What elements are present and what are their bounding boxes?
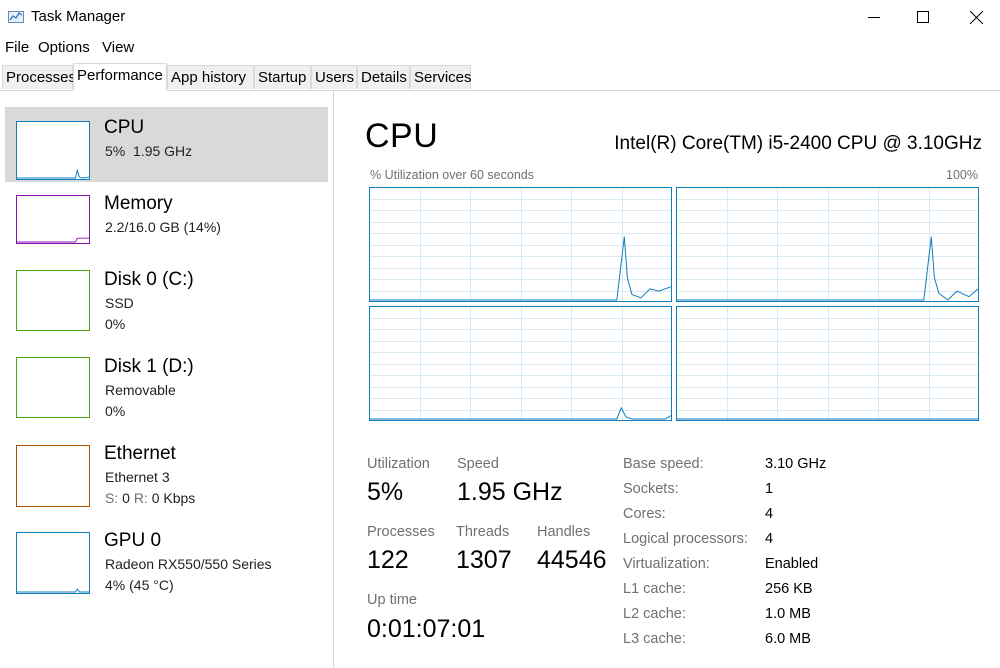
ethernet-throughput: S: 0 R: 0 Kbps [105, 490, 195, 506]
uptime-value: 0:01:07:01 [367, 615, 486, 643]
tab-bar: Processes Performance App history Startu… [0, 63, 1000, 91]
sidebar-item-disk-0[interactable]: Disk 0 (C:) SSD 0% [5, 263, 328, 339]
maximize-button[interactable] [898, 0, 948, 34]
sidebar-item-detail: 5% 1.95 GHz [105, 143, 193, 159]
spec-label: Base speed: [623, 456, 704, 472]
title-bar[interactable]: Task Manager [0, 0, 1000, 34]
spec-label: Virtualization: [623, 556, 710, 572]
tab-details[interactable]: Details [357, 65, 410, 89]
spec-value: 6.0 MB [765, 631, 811, 647]
sidebar-item-title: Disk 1 (D:) [104, 356, 194, 377]
page-title: CPU [365, 117, 439, 155]
sidebar-item-gpu-0[interactable]: GPU 0 Radeon RX550/550 Series 4% (45 °C) [5, 525, 328, 601]
spec-value: 4 [765, 506, 774, 522]
sidebar-item-title: CPU [104, 117, 145, 138]
uptime-label: Up time [367, 592, 417, 608]
spec-value: 1 [765, 481, 774, 497]
spec-label: L3 cache: [623, 631, 686, 647]
handles-value: 44546 [537, 546, 607, 574]
cpu-core-3-graph [676, 306, 979, 421]
utilization-value: 5% [367, 478, 404, 506]
disk-1-thumbnail-graph [16, 357, 90, 418]
graph-max-label: 100% [946, 168, 978, 182]
spec-value: 1.0 MB [765, 606, 811, 622]
graph-frame [369, 187, 672, 302]
cpu-core-0-graph [369, 187, 672, 302]
speed-value: 1.95 GHz [457, 478, 563, 506]
sidebar-item-ethernet[interactable]: Ethernet Ethernet 3 S: 0 R: 0 Kbps [5, 437, 328, 513]
task-manager-icon [8, 11, 24, 23]
gpu-thumbnail-graph [16, 532, 90, 594]
sidebar-item-title: Memory [104, 193, 173, 214]
sidebar-item-title: Disk 0 (C:) [104, 269, 194, 290]
cpu-core-2-graph [369, 306, 672, 421]
sidebar-item-cpu[interactable]: CPU 5% 1.95 GHz [5, 107, 328, 182]
disk-0-thumbnail-graph [16, 270, 90, 331]
menu-view[interactable]: View [102, 39, 134, 56]
sidebar-item-usage: 0% [105, 316, 126, 332]
spec-value: 4 [765, 531, 774, 547]
spec-label: Sockets: [623, 481, 679, 497]
menu-bar: File Options View [0, 36, 1000, 60]
sidebar-item-detail: SSD [105, 295, 134, 311]
sidebar-item-memory[interactable]: Memory 2.2/16.0 GB (14%) [5, 187, 328, 255]
spec-label: Logical processors: [623, 531, 748, 547]
cpu-thumbnail-graph [16, 121, 90, 180]
spec-label: L1 cache: [623, 581, 686, 597]
sidebar-item-detail: Radeon RX550/550 Series [105, 556, 272, 572]
sidebar-item-title: GPU 0 [104, 530, 162, 551]
receive-value: 0 Kbps [151, 490, 196, 506]
close-icon [969, 10, 983, 24]
send-value: 0 [122, 490, 130, 506]
spec-value: 256 KB [765, 581, 813, 597]
cpu-core-1-graph [676, 187, 979, 302]
spec-value: 3.10 GHz [765, 456, 827, 472]
graph-frame [676, 306, 979, 421]
sidebar-item-detail: Removable [105, 382, 176, 398]
tab-performance[interactable]: Performance [73, 63, 167, 91]
spec-value: Enabled [765, 556, 819, 572]
graph-frame [676, 187, 979, 302]
handles-label: Handles [537, 524, 591, 540]
maximize-icon [917, 11, 929, 23]
ethernet-thumbnail-graph [16, 445, 90, 507]
menu-file[interactable]: File [5, 39, 29, 56]
spec-label: Cores: [623, 506, 666, 522]
graph-caption: % Utilization over 60 seconds [370, 168, 534, 182]
tab-startup[interactable]: Startup [254, 65, 311, 89]
sidebar-item-disk-1[interactable]: Disk 1 (D:) Removable 0% [5, 350, 328, 426]
utilization-label: Utilization [367, 456, 430, 472]
window-title: Task Manager [31, 8, 126, 25]
send-label: S: [105, 490, 119, 506]
tab-processes[interactable]: Processes [2, 65, 76, 89]
minimize-icon [868, 17, 880, 18]
menu-options[interactable]: Options [38, 39, 90, 56]
tab-app-history[interactable]: App history [167, 65, 254, 89]
graph-frame [369, 306, 672, 421]
receive-label: R: [133, 490, 148, 506]
processes-label: Processes [367, 524, 435, 540]
sidebar-item-usage: 0% [105, 403, 126, 419]
processes-value: 122 [367, 546, 409, 574]
sidebar-item-detail: Ethernet 3 [105, 469, 170, 485]
minimize-button[interactable] [849, 0, 899, 34]
sidebar-item-title: Ethernet [104, 443, 176, 464]
sidebar-item-usage: 4% (45 °C) [105, 577, 174, 593]
close-button[interactable] [951, 0, 1000, 34]
speed-label: Speed [457, 456, 499, 472]
tab-users[interactable]: Users [311, 65, 357, 89]
threads-label: Threads [456, 524, 510, 540]
tab-services[interactable]: Services [410, 65, 472, 89]
threads-value: 1307 [456, 546, 512, 574]
spec-label: L2 cache: [623, 606, 686, 622]
cpu-model-name: Intel(R) Core(TM) i5-2400 CPU @ 3.10GHz [614, 133, 982, 154]
resource-sidebar: CPU 5% 1.95 GHz Memory 2.2/16.0 GB (14%)… [0, 91, 334, 668]
sidebar-item-detail: 2.2/16.0 GB (14%) [105, 219, 221, 235]
memory-thumbnail-graph [16, 195, 90, 244]
